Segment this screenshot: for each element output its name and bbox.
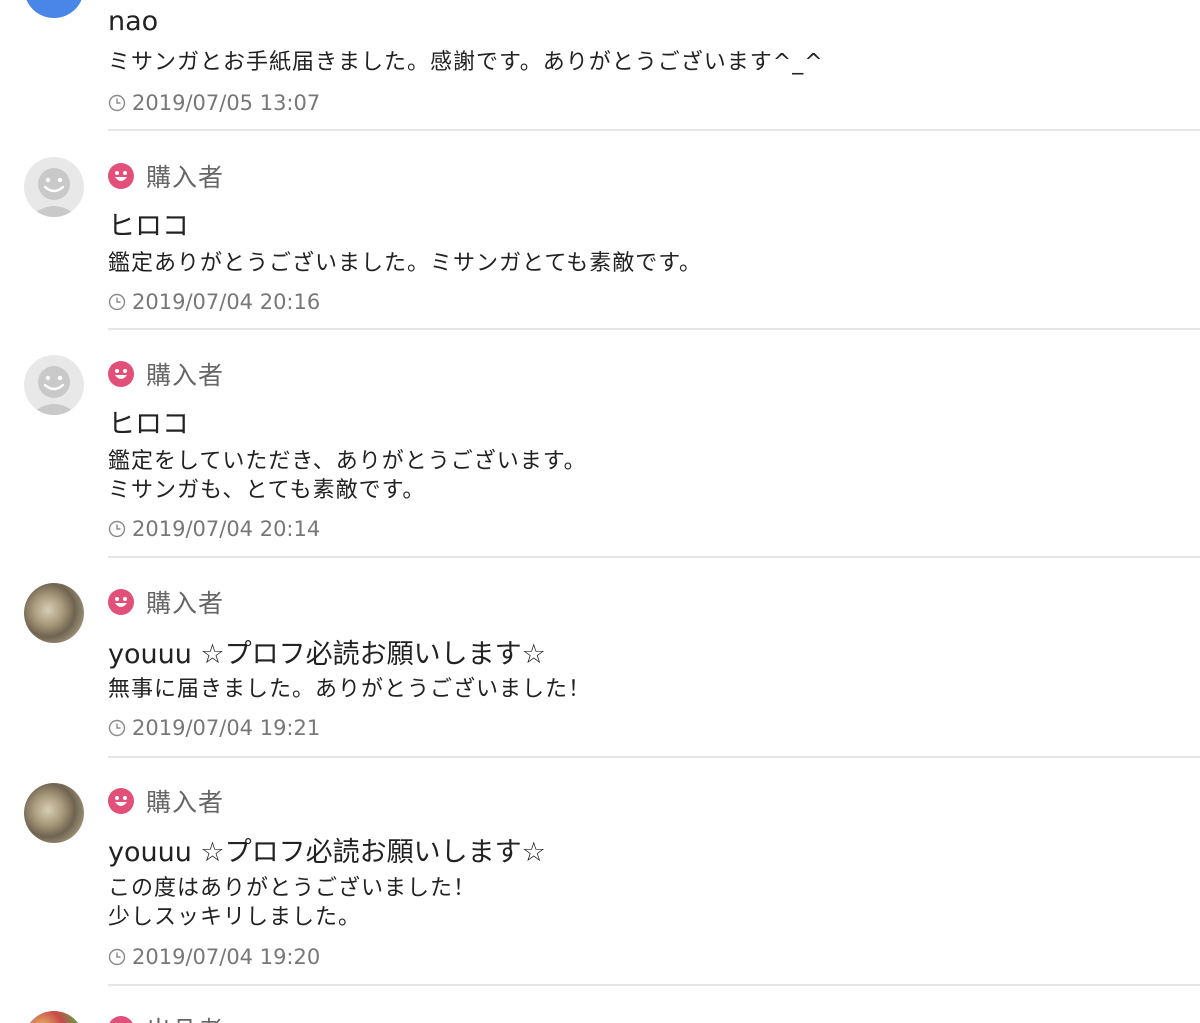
comment-timestamp: 2019/07/04 20:14 bbox=[108, 516, 320, 542]
timestamp-text: 2019/07/04 19:20 bbox=[132, 945, 321, 969]
avatar[interactable] bbox=[24, 157, 84, 217]
smiley-icon bbox=[108, 163, 134, 189]
message-line: ミサンガも、とても素敵です。 bbox=[108, 478, 426, 503]
comment-item: nao ミサンガとお手紙届きました。感謝です。ありがとうございます^_^ 201… bbox=[0, 0, 1200, 132]
smiley-icon bbox=[108, 361, 134, 387]
role-label: 購入者 bbox=[108, 161, 225, 192]
clock-icon bbox=[108, 293, 126, 311]
comment-timestamp: 2019/07/05 13:07 bbox=[108, 90, 320, 116]
message-line: 鑑定ありがとうございました。ミサンガとても素敵です。 bbox=[108, 251, 703, 276]
comment-message: 鑑定をしていただき、ありがとうございます。 ミサンガも、とても素敵です。 bbox=[108, 447, 587, 505]
role-text: 購入者 bbox=[146, 163, 225, 192]
comment-item: 購入者 youuu ☆プロフ必読お願いします☆ この度はありがとうございました！… bbox=[0, 758, 1200, 986]
avatar[interactable] bbox=[24, 783, 84, 843]
comment-list: nao ミサンガとお手紙届きました。感謝です。ありがとうございます^_^ 201… bbox=[0, 0, 1200, 1023]
message-line: この度はありがとうございました！ bbox=[108, 876, 477, 901]
comment-item: 購入者 youuu ☆プロフ必読お願いします☆ 無事に届きました。ありがとうござ… bbox=[0, 558, 1200, 758]
comment-item: 購入者 ヒロコ 鑑定ありがとうございました。ミサンガとても素敵です。 2019/… bbox=[0, 132, 1200, 330]
comment-timestamp: 2019/07/04 20:16 bbox=[108, 289, 320, 315]
comment-item: 購入者 ヒロコ 鑑定をしていただき、ありがとうございます。 ミサンガも、とても素… bbox=[0, 330, 1200, 558]
clock-icon bbox=[108, 520, 126, 538]
role-text: 出品者 bbox=[146, 1011, 224, 1023]
role-label: 出品者 bbox=[108, 1014, 224, 1023]
smiley-icon bbox=[108, 589, 134, 615]
default-avatar-icon bbox=[30, 168, 78, 217]
comment-message: この度はありがとうございました！ 少しスッキリしました。 bbox=[108, 874, 476, 932]
role-label: 購入者 bbox=[108, 786, 225, 817]
commenter-name[interactable]: ヒロコ bbox=[108, 402, 189, 441]
clock-icon bbox=[108, 94, 126, 112]
avatar[interactable] bbox=[24, 0, 84, 18]
commenter-name[interactable]: nao bbox=[108, 6, 158, 37]
comment-message: 鑑定ありがとうございました。ミサンガとても素敵です。 bbox=[108, 249, 702, 278]
comment-timestamp: 2019/07/04 19:20 bbox=[108, 944, 320, 970]
commenter-name[interactable]: ヒロコ bbox=[108, 204, 189, 243]
role-label: 購入者 bbox=[108, 587, 225, 618]
comment-message: ミサンガとお手紙届きました。感謝です。ありがとうございます^_^ bbox=[108, 48, 824, 77]
role-label: 購入者 bbox=[108, 359, 225, 390]
clock-icon bbox=[108, 948, 126, 966]
avatar[interactable] bbox=[24, 583, 84, 643]
commenter-name[interactable]: youuu ☆プロフ必読お願いします☆ bbox=[108, 830, 546, 869]
default-avatar-icon bbox=[30, 366, 78, 415]
comment-message: 無事に届きました。ありがとうございました！ bbox=[108, 675, 591, 704]
message-line: ミサンガとお手紙届きました。感謝です。ありがとうございます^_^ bbox=[108, 50, 824, 75]
smiley-icon bbox=[108, 788, 134, 814]
timestamp-text: 2019/07/04 19:21 bbox=[132, 716, 321, 740]
role-text: 購入者 bbox=[146, 788, 225, 817]
commenter-name[interactable]: youuu ☆プロフ必読お願いします☆ bbox=[108, 632, 546, 671]
smiley-icon bbox=[109, 1016, 133, 1023]
message-line: 鑑定をしていただき、ありがとうございます。 bbox=[108, 449, 587, 474]
role-text: 購入者 bbox=[146, 589, 225, 618]
timestamp-text: 2019/07/04 20:14 bbox=[132, 517, 321, 541]
timestamp-text: 2019/07/04 20:16 bbox=[132, 290, 321, 314]
role-text: 購入者 bbox=[146, 361, 225, 390]
avatar[interactable] bbox=[24, 1011, 84, 1023]
message-line: 無事に届きました。ありがとうございました！ bbox=[108, 677, 592, 702]
comment-item: 出品者 bbox=[0, 986, 1200, 1023]
divider bbox=[108, 129, 1200, 131]
comment-timestamp: 2019/07/04 19:21 bbox=[108, 715, 320, 741]
avatar[interactable] bbox=[24, 355, 84, 415]
timestamp-text: 2019/07/05 13:07 bbox=[132, 91, 321, 115]
clock-icon bbox=[108, 719, 126, 737]
message-line: 少しスッキリしました。 bbox=[108, 905, 362, 930]
